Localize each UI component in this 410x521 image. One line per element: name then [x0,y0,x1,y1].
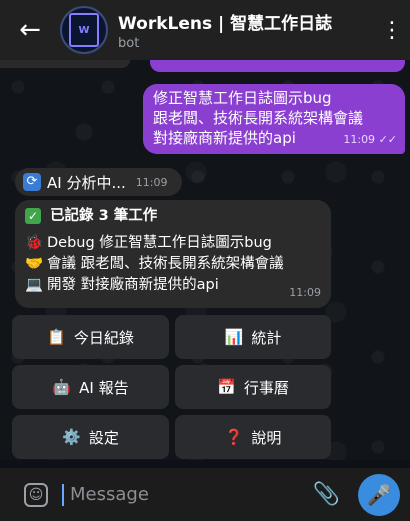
title-box[interactable]: WorkLens | 智慧工作日誌 bot [118,9,374,51]
summary-message[interactable]: ✓ 已記錄 3 筆工作 🐞 Debug 修正智慧工作日誌圖示bug 🤝 會議 跟老闆… [15,200,331,308]
kb-label: 今日紀錄 [73,328,134,347]
kb-stats-button[interactable]: 📊 統計 [175,315,331,359]
summary-title-row: ✓ 已記錄 3 筆工作 [25,206,321,227]
message-input-bar: ☺ Message 📎 🎤 [0,468,410,521]
text-cursor [62,483,64,506]
bot-logo-icon: W [69,13,99,47]
back-arrow-icon[interactable]: ← [0,0,60,60]
message-time: 11:09 [135,175,168,189]
previous-incoming-bubble [0,60,130,68]
message-time: 11:09 [289,286,321,299]
calendar-icon: 📅 [217,378,236,396]
kb-label: 設定 [88,428,119,447]
clipboard-icon: 📋 [47,328,66,346]
chat-title: WorkLens | 智慧工作日誌 [118,14,333,34]
bug-icon: 🐞 [25,235,44,251]
kb-label: 統計 [251,328,282,347]
outgoing-message[interactable]: 修正智慧工作日誌圖示bug 跟老闆、技術長開系統架構會議 對接廠商新提供的api… [143,84,405,154]
laptop-icon: 💻 [25,277,44,293]
message-input[interactable]: Message [70,484,313,505]
message-time: 11:09 [343,133,376,146]
kb-label: 說明 [251,428,282,447]
chat-subtitle: bot [118,36,140,51]
check-icon: ✓ [25,208,41,224]
kb-help-button[interactable]: ❓ 說明 [175,415,331,459]
kb-calendar-button[interactable]: 📅 行事曆 [175,365,331,409]
gear-icon: ⚙️ [62,428,81,446]
summary-item: 🤝 會議 跟老闆、技術長開系統架構會議 [25,254,321,275]
read-checkmarks-icon: ✓✓ [378,133,397,146]
more-vertical-icon[interactable]: ⋮ [374,18,410,43]
kb-ai-report-button[interactable]: 🤖 AI 報告 [12,365,169,409]
previous-outgoing-bubble [150,60,405,72]
kb-label: AI 報告 [79,378,129,397]
summary-item: 🐞 Debug 修正智慧工作日誌圖示bug [25,233,321,254]
refresh-icon: ⟳ [23,173,41,191]
chat-header: ← W WorkLens | 智慧工作日誌 bot ⋮ [0,0,410,60]
question-icon: ❓ [224,428,244,446]
robot-icon: 🤖 [52,378,72,396]
handshake-icon: 🤝 [25,256,44,272]
summary-item-text: Debug 修正智慧工作日誌圖示bug [47,235,272,251]
summary-item-text: 會議 跟老闆、技術長開系統架構會議 [47,256,284,272]
summary-item-text: 開發 對接廠商新提供的api [47,277,219,293]
avatar[interactable]: W [60,6,108,54]
ai-status-message[interactable]: ⟳ AI 分析中... 11:09 [15,168,182,196]
outgoing-line-1: 修正智慧工作日誌圖示bug [153,89,332,107]
microphone-icon[interactable]: 🎤 [358,473,400,516]
message-meta: 11:09 ✓✓ [343,130,397,150]
attach-icon[interactable]: 📎 [313,482,340,507]
summary-item: 💻 開發 對接廠商新提供的api [25,275,321,296]
outgoing-line-2: 跟老闆、技術長開系統架構會議 [153,109,364,127]
kb-label: 行事曆 [243,378,289,397]
kb-settings-button[interactable]: ⚙️ 設定 [12,415,169,459]
kb-today-log-button[interactable]: 📋 今日紀錄 [12,315,169,359]
ai-status-text: AI 分析中... [47,173,126,192]
emoji-icon[interactable]: ☺ [24,482,48,507]
summary-title: 已記錄 3 筆工作 [50,208,158,224]
bar-chart-icon: 📊 [224,328,244,346]
